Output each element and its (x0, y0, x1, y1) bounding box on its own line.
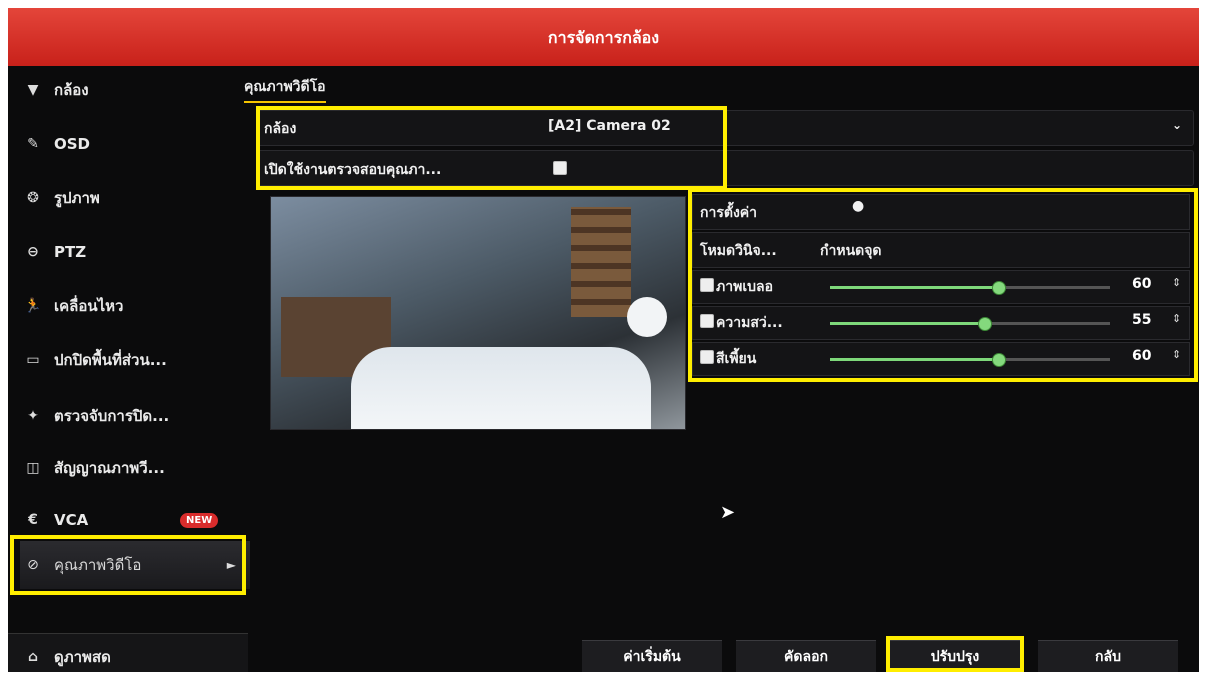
preview-shelf (571, 207, 631, 317)
sidebar-item-label: รูปภาพ (54, 189, 100, 207)
image-icon: ❂ (27, 190, 39, 206)
ptz-icon: ⊖ (27, 244, 39, 260)
mouse-cursor-icon: ➤ (720, 502, 736, 523)
privacy-mask-icon: ▭ (26, 352, 40, 368)
sidebar-item-label: PTZ (54, 243, 87, 261)
tab-video-quality[interactable]: คุณภาพวิดีโอ (244, 76, 326, 103)
sidebar-item-label: กล้อง (54, 81, 89, 99)
sidebar-item-ptz[interactable]: ⊖ PTZ (20, 232, 250, 272)
title-bar: การจัดการกล้อง (8, 8, 1199, 66)
motion-icon: 🏃 (24, 298, 42, 314)
video-preview (270, 196, 686, 430)
sidebar-item-motion[interactable]: 🏃 เคลื่อนไหว (20, 286, 250, 326)
sidebar-item-label: OSD (54, 135, 91, 153)
osd-icon: ✎ (27, 136, 39, 152)
dvr-screen: การจัดการกล้อง ▼ กล้อง ✎ OSD ❂ รูปภาพ ⊖ … (8, 8, 1199, 672)
sidebar-item-osd[interactable]: ✎ OSD (20, 124, 250, 164)
video-loss-icon: ◫ (26, 460, 40, 476)
back-button[interactable]: กลับ (1038, 640, 1178, 672)
sidebar-item-vca[interactable]: € VCA NEW (20, 500, 250, 540)
chevron-down-icon[interactable]: ⌄ (1172, 118, 1182, 132)
sidebar-item-label: ปกปิดพื้นที่ส่วน... (54, 351, 167, 369)
live-view-label: ดูภาพสด (54, 648, 111, 666)
sidebar-item-video-loss[interactable]: ◫ สัญญาณภาพวี... (20, 448, 250, 488)
camera-icon: ▼ (27, 82, 39, 98)
vca-icon: € (28, 512, 38, 528)
highlight-settings (688, 188, 1198, 382)
sidebar-item-privacy-mask[interactable]: ▭ ปกปิดพื้นที่ส่วน... (20, 340, 250, 380)
new-badge: NEW (180, 512, 219, 528)
tamper-icon: ✦ (27, 408, 39, 424)
sidebar-item-camera[interactable]: ▼ กล้อง (20, 70, 250, 110)
sidebar-item-label: สัญญาณภาพวี... (54, 459, 165, 477)
highlight-camera (256, 106, 727, 190)
sidebar-item-image[interactable]: ❂ รูปภาพ (20, 178, 250, 218)
preview-lamp (627, 297, 667, 337)
window-title: การจัดการกล้อง (547, 28, 660, 47)
live-view-link[interactable]: ⌂ ดูภาพสด (20, 645, 250, 669)
sidebar-item-tamper[interactable]: ✦ ตรวจจับการปิด... (20, 396, 250, 436)
copy-button[interactable]: คัดลอก (736, 640, 876, 672)
highlight-sidebar (10, 535, 246, 595)
sidebar-item-label: ตรวจจับการปิด... (54, 407, 170, 425)
sidebar-item-label: เคลื่อนไหว (54, 297, 124, 315)
home-icon: ⌂ (27, 649, 39, 665)
sidebar-item-label: VCA (54, 511, 89, 529)
preview-floor (351, 347, 651, 429)
default-button[interactable]: ค่าเริ่มต้น (582, 640, 722, 672)
highlight-apply (886, 636, 1024, 672)
